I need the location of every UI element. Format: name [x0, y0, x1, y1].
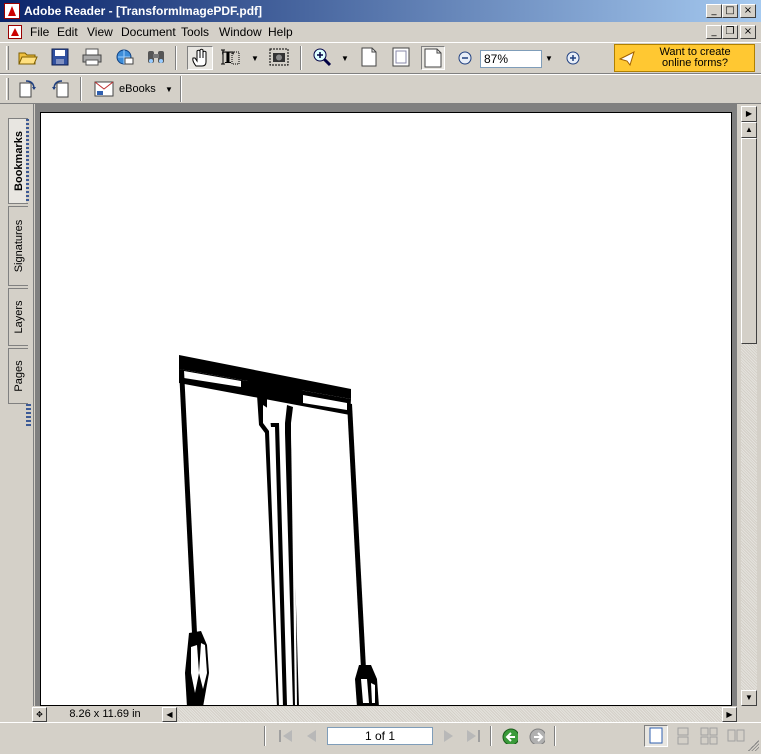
scroll-right-arrow-icon[interactable]: ▶ — [722, 707, 737, 722]
search-binoculars-icon[interactable] — [145, 46, 167, 68]
continuous-layout-icon[interactable] — [674, 727, 692, 745]
hand-tool-icon[interactable] — [187, 46, 213, 70]
zoom-tool-dropdown-icon[interactable]: ▼ — [341, 55, 349, 63]
toolbar-separator — [80, 77, 82, 101]
doc-close-button[interactable]: × — [740, 25, 756, 39]
go-forward-icon[interactable] — [529, 728, 545, 744]
ebooks-label[interactable]: eBooks — [119, 83, 156, 95]
create-forms-promo-button[interactable]: Want to create online forms? — [614, 44, 755, 72]
minimize-button[interactable]: _ — [706, 4, 722, 18]
pdf-page[interactable] — [40, 112, 732, 706]
toolbar-separator — [300, 46, 302, 70]
scroll-down-arrow-icon[interactable]: ▼ — [741, 690, 757, 706]
tab-bookmarks[interactable]: Bookmarks — [8, 118, 29, 204]
doc-minimize-button[interactable]: _ — [706, 25, 722, 39]
menu-window[interactable]: Window — [219, 25, 262, 39]
go-back-icon[interactable] — [502, 728, 518, 744]
facing-layout-icon[interactable] — [727, 727, 745, 745]
last-page-icon[interactable] — [465, 728, 481, 744]
snapshot-camera-icon[interactable] — [268, 46, 290, 68]
promo-line-2: online forms? — [661, 57, 729, 69]
scroll-up-arrow-icon[interactable]: ▲ — [741, 122, 757, 138]
resize-grip-icon[interactable] — [748, 740, 759, 751]
save-icon[interactable] — [49, 46, 71, 68]
continuous-facing-layout-icon[interactable] — [700, 727, 718, 745]
status-separator — [554, 726, 556, 746]
toolbar-separator — [175, 46, 177, 70]
toolbar-grip[interactable] — [6, 78, 9, 100]
fit-width-page-icon[interactable] — [421, 46, 445, 70]
ebooks-dropdown-icon[interactable]: ▼ — [165, 86, 173, 94]
status-separator — [264, 726, 266, 746]
rotate-counterclockwise-icon[interactable] — [49, 77, 71, 99]
zoom-level-input[interactable] — [480, 50, 542, 68]
toolbar-grip[interactable] — [6, 46, 9, 70]
menu-help[interactable]: Help — [268, 25, 293, 39]
title-bar: Adobe Reader - [TransformImagePDF.pdf] _… — [0, 0, 761, 22]
maximize-button[interactable]: □ — [722, 4, 738, 18]
status-separator — [490, 726, 492, 746]
select-text-icon[interactable]: T — [220, 46, 242, 68]
select-text-dropdown-icon[interactable]: ▼ — [251, 55, 259, 63]
document-icon[interactable] — [8, 25, 22, 39]
fit-page-icon[interactable] — [390, 46, 412, 68]
paper-plane-icon — [619, 51, 635, 66]
menu-file[interactable]: File — [30, 25, 49, 39]
print-icon[interactable] — [81, 46, 103, 68]
tab-strip-marker — [26, 404, 31, 428]
tab-pages[interactable]: Pages — [8, 348, 28, 404]
menu-document[interactable]: Document — [121, 25, 176, 39]
zoom-out-icon[interactable] — [454, 47, 476, 69]
menu-bar: _ ❐ × — [0, 22, 761, 42]
close-button[interactable]: × — [740, 4, 756, 18]
menu-edit[interactable]: Edit — [57, 25, 78, 39]
menu-view[interactable]: View — [87, 25, 113, 39]
rotate-page-icon[interactable] — [17, 77, 39, 99]
page-number-field[interactable]: 1 of 1 — [327, 727, 433, 745]
horizontal-scroll-track[interactable] — [178, 707, 722, 722]
window-title: Adobe Reader - [TransformImagePDF.pdf] — [24, 4, 263, 18]
zoom-level-dropdown-icon[interactable]: ▼ — [545, 55, 553, 63]
zoom-in-icon[interactable] — [562, 47, 584, 69]
next-page-icon[interactable] — [440, 728, 456, 744]
ebooks-icon[interactable] — [93, 77, 115, 99]
toolbar-end-separator — [180, 76, 182, 102]
adobe-reader-icon — [4, 3, 20, 19]
resize-split-icon[interactable]: ✥ — [32, 707, 47, 722]
panel-toggle-arrow-icon[interactable]: ▶ — [741, 106, 757, 122]
previous-page-icon[interactable] — [304, 728, 320, 744]
menu-tools[interactable]: Tools — [181, 25, 209, 39]
vertical-scroll-thumb[interactable] — [741, 138, 757, 344]
doc-restore-button[interactable]: ❐ — [722, 25, 738, 39]
page-size-indicator: 8.26 x 11.69 in — [69, 708, 141, 720]
page-image — [179, 355, 379, 705]
tab-layers[interactable]: Layers — [8, 288, 28, 346]
open-folder-icon[interactable] — [17, 46, 39, 68]
scroll-left-arrow-icon[interactable]: ◀ — [162, 707, 177, 722]
zoom-in-magnifier-icon[interactable] — [311, 46, 333, 68]
first-page-icon[interactable] — [278, 728, 294, 744]
single-page-icon — [649, 727, 663, 744]
single-page-layout-button[interactable] — [644, 725, 668, 747]
tab-signatures[interactable]: Signatures — [8, 206, 28, 286]
email-globe-icon[interactable] — [113, 46, 135, 68]
actual-size-page-icon[interactable] — [358, 46, 380, 68]
